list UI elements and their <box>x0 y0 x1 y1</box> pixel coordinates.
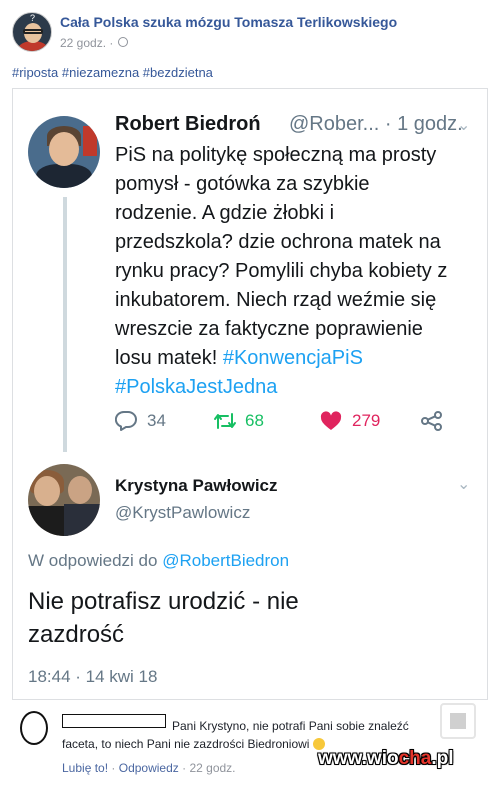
page-name-link[interactable]: Cała Polska szuka mózgu Tomasza Terlikow… <box>60 14 397 30</box>
tweet2-line: Nie potrafisz urodzić - nie <box>28 588 299 615</box>
tweet2-handle[interactable]: @KrystPawlowicz <box>115 503 250 523</box>
tweet1-handle-time[interactable]: @Rober... · 1 godz. <box>289 113 463 136</box>
comment: Pani Krystyno, nie potrafi Pani sobie zn… <box>0 700 500 786</box>
tweet1-avatar[interactable] <box>28 116 100 188</box>
reply-context: W odpowiedzi do @RobertBiedron <box>28 551 289 571</box>
tweet1-text: PiS na politykę społeczną ma prosty pomy… <box>115 141 487 402</box>
tweet2-line: zazdrość <box>28 621 125 648</box>
thread-connector <box>63 197 67 452</box>
page-avatar[interactable]: ? <box>12 12 52 52</box>
tweet1-line: inkubatorem. Niech rząd weźmie się <box>115 289 437 311</box>
globe-icon <box>118 37 128 47</box>
separator: · <box>111 761 116 775</box>
hashtag-link[interactable]: #PolskaJestJedna <box>115 376 277 398</box>
commenter-avatar[interactable] <box>20 711 48 745</box>
comment-actions: Lubię to! · Odpowiedz · 22 godz. <box>62 761 236 775</box>
tweet1-line: przedszkola? dzie ochrona matek na <box>115 231 441 253</box>
watermark-accent: cha <box>398 748 432 769</box>
tweet2-date[interactable]: 18:44 · 14 kwi 18 <box>28 667 157 687</box>
comment-line-1: Pani Krystyno, nie potrafi Pani sobie zn… <box>172 719 409 733</box>
retweet-icon <box>214 413 236 429</box>
tweet1-line: PiS na politykę społeczną ma prosty <box>115 144 437 166</box>
comment-time[interactable]: 22 godz. <box>189 761 235 775</box>
tweet1-actions: 34 68 279 <box>115 407 455 435</box>
tweet1-line: rynku pracy? Pomylili chyba kobiety z <box>115 260 448 282</box>
heart-icon <box>320 411 342 430</box>
separator: · <box>182 761 187 775</box>
mention-link[interactable]: @RobertBiedron <box>162 551 289 570</box>
comment-line: Pani Krystyno, nie potrafi Pani sobie zn… <box>62 717 467 735</box>
retweet-count: 68 <box>245 411 264 430</box>
suit-shape <box>36 164 92 188</box>
tweet2-author-name[interactable]: Krystyna Pawłowicz <box>115 476 278 496</box>
tweet1-line: pomysł - gotówka za szybkie <box>115 173 370 195</box>
tweet1-line: rodzenie. A gdzie żłobki i <box>115 202 335 224</box>
avatar-glasses-shape <box>23 29 43 34</box>
face-shape <box>68 476 92 504</box>
flag-shape <box>83 126 97 156</box>
reply-count: 34 <box>147 411 166 430</box>
tweet2-avatar[interactable] <box>28 464 100 536</box>
reply-icon <box>115 411 137 431</box>
tweet2-text: Nie potrafisz urodzić - nie zazdrość <box>28 585 478 651</box>
tweet1-line: losu matek! <box>115 347 218 369</box>
reply-prefix: W odpowiedzi do <box>28 551 158 570</box>
question-mark-icon: ? <box>30 13 36 23</box>
face-shape <box>34 476 60 506</box>
tweet1-author-name[interactable]: Robert Biedroń <box>115 113 261 136</box>
tweet1-line: wreszcie za faktyczne poprawienie <box>115 318 423 340</box>
post-hashtags[interactable]: #riposta #niezamezna #bezdzietna <box>12 65 213 80</box>
dress-shape <box>28 506 68 536</box>
tweet-screenshot: Robert Biedroń @Rober... · 1 godz. ⌄ PiS… <box>12 88 488 700</box>
post-header: ? Cała Polska szuka mózgu Tomasza Terlik… <box>0 0 500 60</box>
share-icon <box>421 411 442 431</box>
chevron-down-icon[interactable]: ⌄ <box>457 115 470 135</box>
face-shape <box>49 132 79 166</box>
reply-link[interactable]: Odpowiedz <box>119 761 179 775</box>
tweet1-line-hashtag: #PolskaJestJedna <box>115 373 487 402</box>
tweet1-line-last: losu matek! #KonwencjaPiS <box>115 344 487 373</box>
site-watermark: www.wiocha.pl <box>318 748 454 770</box>
comment-line-2: faceta, to niech Pani nie zazdrości Bied… <box>62 737 310 751</box>
like-count: 279 <box>352 411 381 430</box>
suit-shape <box>64 504 100 536</box>
post-timestamp[interactable]: 22 godz. · <box>60 36 113 50</box>
watermark-suffix: .pl <box>431 748 454 769</box>
chevron-down-icon[interactable]: ⌄ <box>457 474 470 494</box>
hashtag-link[interactable]: #KonwencjaPiS <box>223 347 363 369</box>
watermark-prefix: www.wio <box>318 748 399 769</box>
like-link[interactable]: Lubię to! <box>62 761 108 775</box>
watermark-logo-icon <box>440 703 476 739</box>
